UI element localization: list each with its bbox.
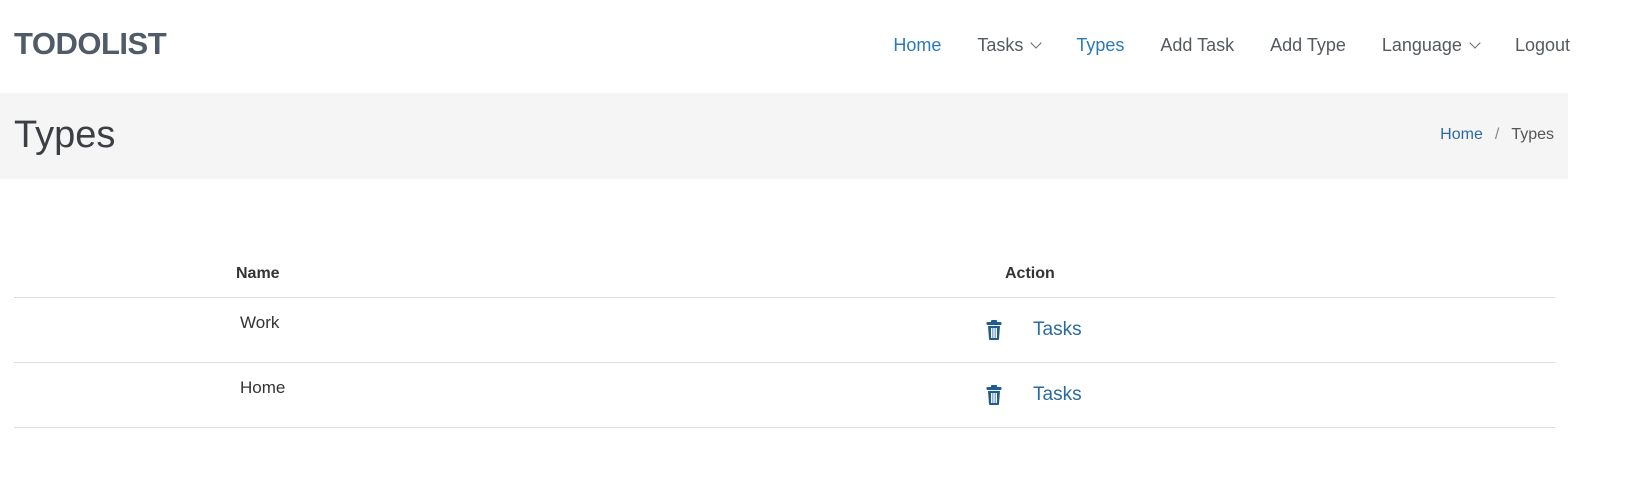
nav-item-label: Language xyxy=(1381,35,1462,55)
chevron-down-icon xyxy=(1030,36,1043,49)
table-row: Home Tasks xyxy=(14,363,1555,428)
breadcrumb-separator: / xyxy=(1494,126,1500,143)
nav-item-language[interactable]: Language xyxy=(1381,31,1481,59)
trash-icon[interactable] xyxy=(986,320,1002,340)
main-nav: Home Tasks Types Add Task Add Type Langu… xyxy=(857,31,1570,59)
brand-logo[interactable]: TODOLIST xyxy=(14,26,167,62)
type-name: Home xyxy=(240,378,286,397)
nav-item-home[interactable]: Home xyxy=(893,31,941,59)
type-name: Work xyxy=(240,313,280,332)
breadcrumb-current: Types xyxy=(1511,126,1554,143)
nav-item-label: Home xyxy=(893,35,942,55)
column-header-action: Action xyxy=(1005,265,1055,282)
column-header-name: Name xyxy=(236,265,280,282)
page-title: Types xyxy=(14,114,116,156)
nav-item-add-task[interactable]: Add Task xyxy=(1160,31,1234,59)
types-table: Name Action Work Tasks Home Tasks xyxy=(14,250,1555,428)
navbar: TODOLIST Home Tasks Types Add Task Add T… xyxy=(0,0,1648,93)
tasks-link[interactable]: Tasks xyxy=(1033,318,1082,342)
nav-item-label: Types xyxy=(1076,35,1125,55)
table-header: Name Action xyxy=(14,250,1555,298)
nav-item-label: Logout xyxy=(1514,35,1570,55)
nav-item-add-type[interactable]: Add Type xyxy=(1270,31,1346,59)
chevron-down-icon xyxy=(1469,36,1481,49)
breadcrumb-home-link[interactable]: Home xyxy=(1440,124,1483,146)
trash-icon[interactable] xyxy=(986,385,1002,405)
nav-item-logout[interactable]: Logout xyxy=(1515,31,1570,59)
nav-item-types[interactable]: Types xyxy=(1076,31,1124,59)
breadcrumb: Home / Types xyxy=(1440,124,1554,146)
page-title-bar: Types Home / Types xyxy=(0,93,1568,179)
nav-item-label: Tasks xyxy=(977,35,1024,55)
nav-item-tasks[interactable]: Tasks xyxy=(977,31,1043,59)
table-row: Work Tasks xyxy=(14,298,1555,363)
nav-item-label: Add Type xyxy=(1270,35,1346,55)
tasks-link[interactable]: Tasks xyxy=(1033,383,1082,407)
nav-item-label: Add Task xyxy=(1160,35,1235,55)
